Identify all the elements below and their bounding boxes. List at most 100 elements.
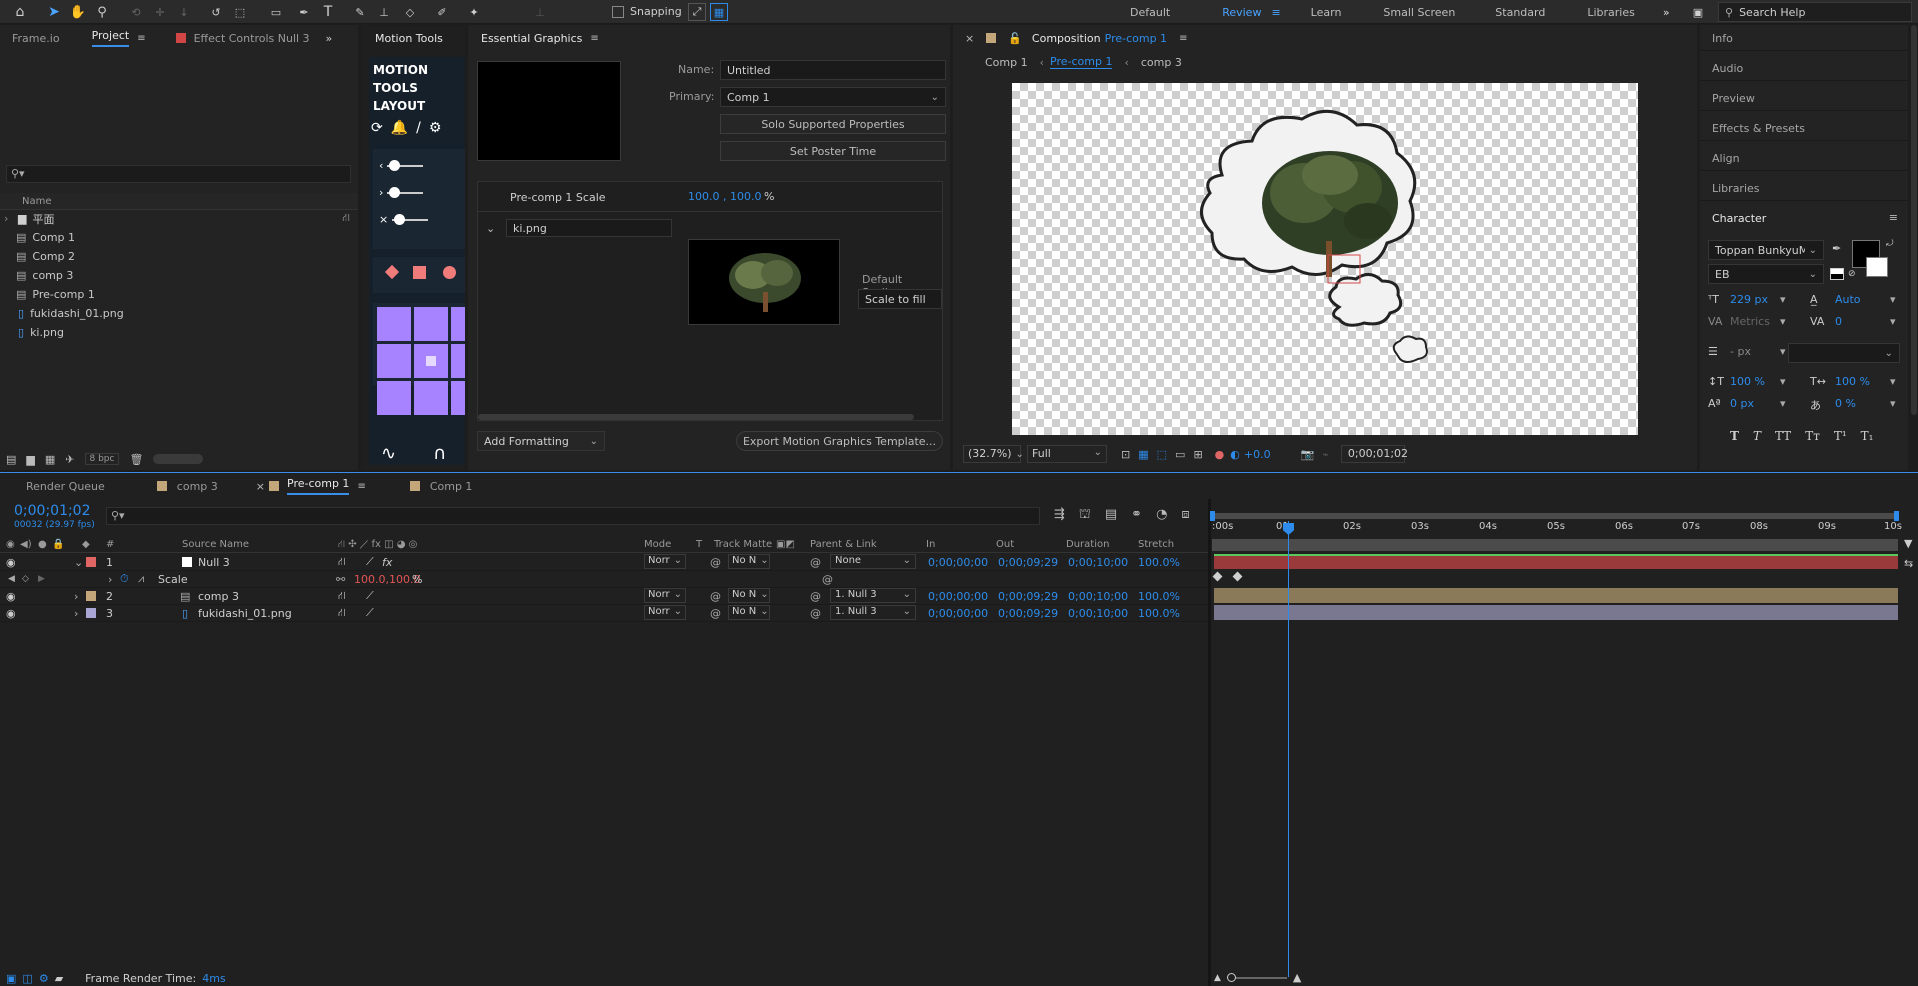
- breadcrumb-comp-1[interactable]: Comp 1: [985, 56, 1028, 69]
- right-panel-scrollbar[interactable]: [1911, 25, 1917, 415]
- work-area-start-handle[interactable]: [1210, 511, 1215, 521]
- swap-colors-icon[interactable]: ⤾: [1886, 239, 1894, 249]
- project-item-folder[interactable]: › ▆ 平面 ⛙: [0, 210, 350, 227]
- track-matte-select[interactable]: No N: [728, 588, 770, 603]
- flowchart-icon[interactable]: ⛙: [342, 211, 350, 226]
- keyframe-diamond[interactable]: [1232, 571, 1243, 582]
- zoom-in-icon[interactable]: ▲: [1293, 971, 1301, 984]
- pen-tool-icon[interactable]: ✒: [294, 2, 314, 22]
- work-area-end-handle[interactable]: [1894, 511, 1899, 521]
- close-icon[interactable]: ×: [256, 480, 265, 493]
- faux-italic-button[interactable]: T: [1753, 429, 1761, 443]
- snap-grid-icon[interactable]: ▦: [710, 3, 728, 21]
- mask-visibility-icon[interactable]: ⬚: [1157, 448, 1167, 461]
- roto-brush-tool-icon[interactable]: ✐: [432, 2, 452, 22]
- search-help-box[interactable]: ⚲ Search Help: [1718, 2, 1912, 22]
- layer-duration[interactable]: 0;00;10;00: [1068, 590, 1128, 603]
- home-icon[interactable]: ⌂: [10, 2, 30, 22]
- rotate-tool-icon[interactable]: ↺: [206, 2, 226, 22]
- baseline-shift-value[interactable]: 0 px: [1730, 397, 1754, 410]
- kerning-value[interactable]: Metrics: [1730, 315, 1770, 328]
- tab-project[interactable]: Project ≡: [72, 25, 158, 51]
- circle-keyframe-button[interactable]: [443, 266, 456, 279]
- font-family-select[interactable]: Toppan BunkyuM...: [1708, 240, 1824, 260]
- scale-value[interactable]: 100.0,100.0: [354, 573, 420, 586]
- visibility-eye-icon[interactable]: ◉: [6, 590, 16, 603]
- eyedropper-icon[interactable]: ✒: [1832, 242, 1841, 255]
- no-fill-icon[interactable]: [1830, 268, 1844, 280]
- layer-label-swatch[interactable]: [86, 557, 96, 567]
- anchor-center[interactable]: [414, 344, 448, 378]
- layer-mode-select[interactable]: Norr: [644, 588, 686, 603]
- subscript-button[interactable]: T₁: [1861, 429, 1874, 443]
- show-snapshot-icon[interactable]: ⌁: [1322, 448, 1329, 461]
- add-keyframe-icon[interactable]: ◇: [22, 574, 29, 584]
- brush-tool-icon[interactable]: ✎: [350, 2, 370, 22]
- pickwhip-icon[interactable]: @: [710, 556, 721, 569]
- panel-menu-icon[interactable]: ≡: [357, 481, 365, 492]
- workspace-standard[interactable]: Standard: [1495, 6, 1545, 19]
- panel-menu-icon[interactable]: ≡: [1179, 33, 1187, 44]
- layer-bar-null[interactable]: [1214, 554, 1898, 569]
- gear-icon[interactable]: ⚙: [429, 120, 442, 136]
- rectangle-tool-icon[interactable]: ▭: [266, 2, 286, 22]
- frame-blending-icon[interactable]: ⚭: [1131, 507, 1142, 524]
- bpc-badge[interactable]: 8 bpc: [84, 453, 120, 465]
- track-matte-select[interactable]: No N: [728, 605, 770, 620]
- dropdown-icon[interactable]: ▾: [1780, 375, 1786, 388]
- timeline-search-input[interactable]: ⚲▾: [106, 507, 1040, 525]
- panel-libraries[interactable]: Libraries: [1700, 175, 1908, 201]
- keyframe-nav-next-icon[interactable]: ▶: [38, 574, 45, 584]
- anchor-bottom-left[interactable]: [377, 381, 411, 415]
- property-row-scale[interactable]: ◀ ◇ ▶ › ⏱ ⩘ Scale ⚯ 100.0,100.0 % @: [0, 571, 1208, 588]
- parent-select[interactable]: 1. Null 3: [830, 605, 916, 620]
- layer-in-time[interactable]: 0;00;00;00: [928, 607, 988, 620]
- column-t[interactable]: T: [696, 539, 702, 550]
- eg-primary-select[interactable]: Comp 1: [720, 87, 946, 107]
- review-panel-icon[interactable]: ▣: [1688, 4, 1708, 20]
- exposure-icon[interactable]: ◐: [1230, 448, 1240, 461]
- layer-mode-select[interactable]: Norr: [644, 605, 686, 620]
- playhead-line[interactable]: [1288, 521, 1289, 977]
- new-folder-icon[interactable]: ▆: [26, 453, 34, 466]
- breadcrumb-comp-3[interactable]: comp 3: [1141, 56, 1182, 69]
- quality-switch-icon[interactable]: ⟋: [366, 606, 374, 620]
- dropdown-icon[interactable]: ▾: [1780, 293, 1786, 306]
- set-poster-time-button[interactable]: Set Poster Time: [720, 141, 946, 161]
- layer-duration[interactable]: 0;00;10;00: [1068, 556, 1128, 569]
- orbit-tool-icon[interactable]: ⟲: [126, 2, 146, 22]
- anchor-top-right[interactable]: [451, 307, 465, 341]
- panel-audio[interactable]: Audio: [1700, 55, 1908, 81]
- resolution-select[interactable]: Full: [1027, 445, 1107, 463]
- visibility-eye-icon[interactable]: ◉: [6, 607, 16, 620]
- wand-icon[interactable]: /: [416, 120, 421, 136]
- pan-tool-icon[interactable]: ✛: [150, 2, 170, 22]
- zoom-tool-icon[interactable]: ⚲: [92, 2, 112, 22]
- parent-pickwhip-icon[interactable]: @: [810, 590, 821, 603]
- keyframe-diamond[interactable]: [1212, 571, 1223, 582]
- graph-editor-icon[interactable]: ⧈: [1181, 507, 1189, 524]
- panel-character[interactable]: Character ≡: [1700, 205, 1908, 231]
- project-item-comp[interactable]: ▤ Pre-comp 1: [0, 286, 95, 303]
- eg-scale-value[interactable]: 100.0 , 100.0: [688, 190, 761, 203]
- expand-arrow-icon[interactable]: ⌄: [74, 556, 83, 569]
- magnification-select[interactable]: (32.7%): [963, 445, 1021, 463]
- eg-media-name-input[interactable]: ki.png: [506, 219, 672, 237]
- column-out[interactable]: Out: [996, 539, 1014, 550]
- zoom-slider[interactable]: [1226, 972, 1287, 982]
- project-item-comp[interactable]: ▤ Comp 1: [0, 229, 75, 246]
- new-comp-icon[interactable]: ▦: [45, 453, 55, 466]
- column-number[interactable]: #: [106, 539, 114, 550]
- layer-row[interactable]: ◉ › 3 ▯ fukidashi_01.png ⛙ ⟋ Norr @ No N…: [0, 605, 1208, 622]
- pickwhip-icon[interactable]: @: [710, 590, 721, 603]
- snapshot-icon[interactable]: 📷: [1301, 448, 1315, 461]
- project-item-comp[interactable]: ▤ comp 3: [0, 267, 73, 284]
- project-item-file[interactable]: ▯ ki.png: [0, 324, 64, 341]
- wave-curve-icon[interactable]: ∿: [381, 443, 396, 464]
- all-caps-button[interactable]: TT: [1775, 429, 1791, 443]
- dropdown-icon[interactable]: ▾: [1780, 397, 1786, 410]
- layer-in-time[interactable]: 0;00;00;00: [928, 590, 988, 603]
- selection-tool-icon[interactable]: ➤: [44, 2, 64, 22]
- expand-arrow-icon[interactable]: ›: [4, 212, 12, 225]
- comp-button-icon[interactable]: ⇆: [1904, 557, 1913, 570]
